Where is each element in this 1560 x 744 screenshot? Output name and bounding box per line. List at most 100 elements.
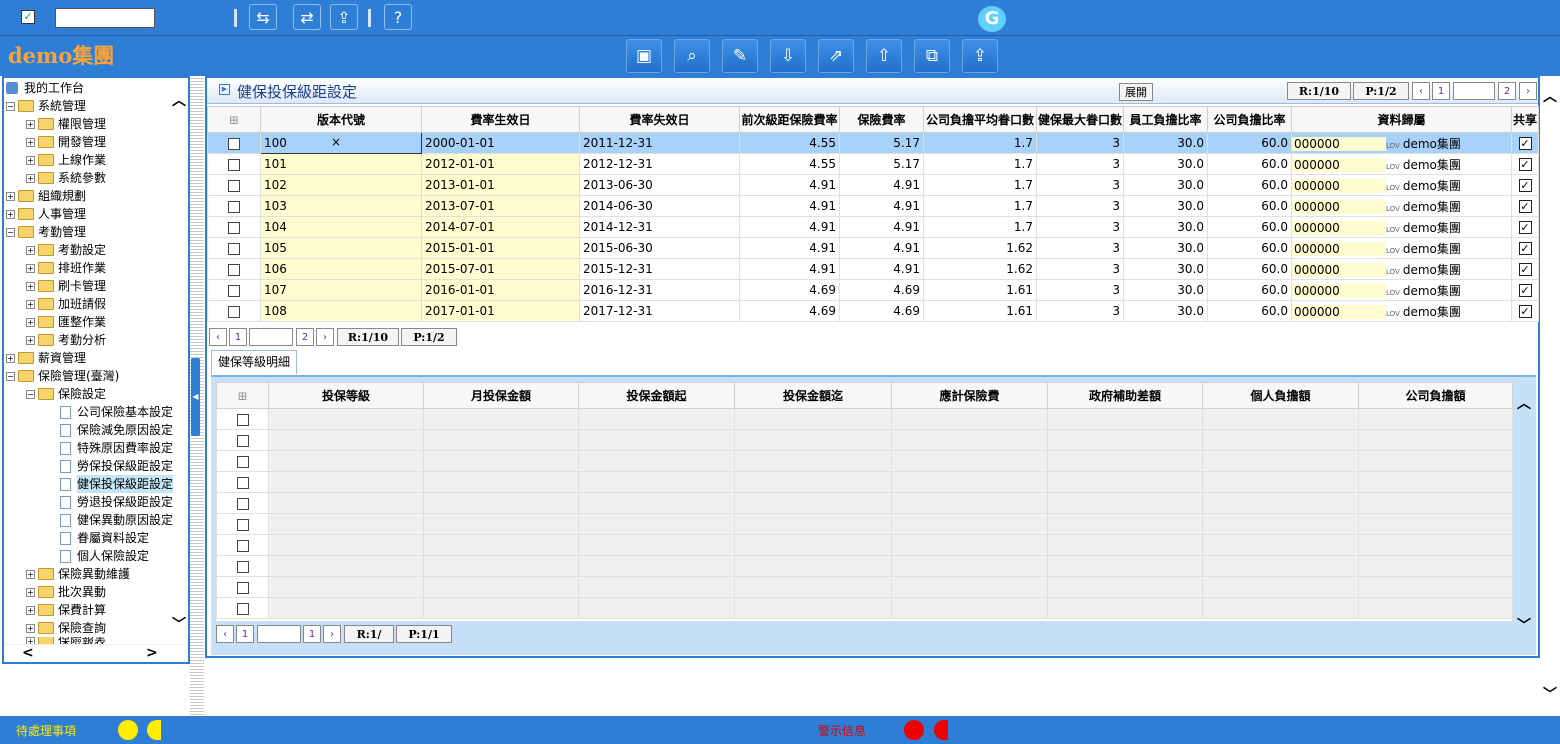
next-page-button[interactable]: › [323, 625, 341, 643]
detail-cell[interactable] [1047, 408, 1203, 430]
expand-icon[interactable]: + [26, 245, 35, 255]
detail-cell[interactable] [1202, 471, 1359, 493]
detail-cell[interactable] [578, 471, 735, 493]
row-checkbox[interactable] [207, 132, 261, 154]
detail-row[interactable] [216, 597, 1513, 619]
detail-row[interactable] [216, 555, 1513, 577]
detail-row[interactable] [216, 492, 1513, 514]
detail-cell[interactable] [1047, 450, 1203, 472]
employee-ratio-cell[interactable]: 30.0 [1123, 153, 1208, 175]
row-checkbox[interactable] [207, 195, 261, 217]
col-max-dependents[interactable]: 健保最大眷口數 [1036, 106, 1124, 133]
tree-item-ins-setting[interactable]: − 保險設定 [26, 385, 106, 403]
scroll-up-icon[interactable]: ︿ [172, 90, 186, 110]
version-cell[interactable]: 102 [260, 174, 422, 196]
detail-cell[interactable] [268, 513, 424, 535]
shared-checkbox[interactable]: ✓ [1511, 195, 1539, 217]
max-dependents-cell[interactable]: 3 [1036, 153, 1124, 175]
detail-cell[interactable] [1047, 429, 1203, 451]
company-ratio-cell[interactable]: 60.0 [1207, 174, 1292, 196]
expiry-date-cell[interactable]: 2011-12-31 [579, 132, 740, 154]
tree-item-company-ins[interactable]: 公司保險基本設定 [60, 403, 173, 421]
row-checkbox[interactable] [216, 555, 269, 577]
col-effective-date[interactable]: 費率生效日 [421, 106, 580, 133]
edit-icon[interactable]: ✎ [722, 39, 758, 73]
col-avg-dependents[interactable]: 公司負擔平均眷口數 [923, 106, 1037, 133]
shared-checkbox[interactable]: ✓ [1511, 216, 1539, 238]
detail-cell[interactable] [423, 555, 579, 577]
detail-row[interactable] [216, 513, 1513, 535]
scroll-up-icon[interactable]: ︿ [1517, 393, 1531, 413]
company-ratio-cell[interactable]: 60.0 [1207, 237, 1292, 259]
tree-item-card[interactable]: + 刷卡管理 [26, 277, 106, 295]
detail-cell[interactable] [734, 597, 892, 619]
tree-item-overtime[interactable]: + 加班請假 [26, 295, 106, 313]
employee-ratio-cell[interactable]: 30.0 [1123, 174, 1208, 196]
shared-checkbox[interactable]: ✓ [1511, 132, 1539, 154]
version-cell[interactable]: 101 [260, 153, 422, 175]
table-row[interactable]: 108 2017-01-01 2017-12-31 4.69 4.69 1.61 3 30.0… [207, 300, 1539, 322]
detail-cell[interactable] [268, 408, 424, 430]
col-owner[interactable]: 資料歸屬 [1291, 106, 1512, 133]
switch-forward-icon[interactable]: ⇄ [293, 4, 321, 30]
owner-cell[interactable]: 000000 LOV demo集團 [1291, 258, 1512, 280]
lov-icon[interactable]: LOV [1386, 163, 1400, 171]
detail-cell[interactable] [423, 408, 579, 430]
row-checkbox[interactable] [207, 174, 261, 196]
detail-cell[interactable] [1358, 513, 1513, 535]
version-cell[interactable]: 105 [260, 237, 422, 259]
rate-cell[interactable]: 5.17 [839, 153, 924, 175]
prev-rate-cell[interactable]: 4.91 [739, 195, 840, 217]
detail-cell[interactable] [734, 576, 892, 598]
tree-item-permission[interactable]: + 權限管理 [26, 115, 106, 133]
max-dependents-cell[interactable]: 3 [1036, 279, 1124, 301]
detail-cell[interactable] [1047, 555, 1203, 577]
prev-rate-cell[interactable]: 4.69 [739, 300, 840, 322]
search-icon[interactable]: ⌕ [674, 39, 710, 73]
prev-page-button[interactable]: ‹ [216, 625, 234, 643]
detail-cell[interactable] [423, 471, 579, 493]
detail-cell[interactable] [578, 450, 735, 472]
scroll-left-icon[interactable]: < [22, 645, 34, 661]
owner-cell[interactable]: 000000 LOV demo集團 [1291, 153, 1512, 175]
detail-row[interactable] [216, 534, 1513, 556]
page-scroll-down-icon[interactable]: ﹀ [1543, 684, 1557, 704]
detail-cell[interactable] [1202, 450, 1359, 472]
detail-cell[interactable] [578, 534, 735, 556]
save-icon[interactable]: ▣ [626, 39, 662, 73]
row-checkbox[interactable] [207, 153, 261, 175]
detail-cell[interactable] [268, 555, 424, 577]
tree-item-labor-grade[interactable]: 勞保投保級距設定 [60, 457, 173, 475]
expiry-date-cell[interactable]: 2014-06-30 [579, 195, 740, 217]
tree-item-sysparam[interactable]: + 系統參數 [26, 169, 106, 187]
detail-cell[interactable] [1047, 534, 1203, 556]
expand-icon[interactable]: + [26, 155, 35, 165]
tree-item-att-setting[interactable]: + 考勤設定 [26, 241, 106, 259]
detail-cell[interactable] [1202, 429, 1359, 451]
table-row[interactable]: 103 2013-07-01 2014-06-30 4.91 4.91 1.7 3 30.0 6… [207, 195, 1539, 217]
detail-cell[interactable] [891, 492, 1048, 514]
detail-cell[interactable] [1358, 429, 1513, 451]
switch-back-icon[interactable]: ⇆ [249, 4, 277, 30]
detail-cell[interactable] [578, 597, 735, 619]
top-checkbox[interactable]: ✓ [21, 10, 35, 24]
detail-cell[interactable] [1047, 492, 1203, 514]
detail-cell[interactable] [578, 513, 735, 535]
avg-dependents-cell[interactable]: 1.7 [923, 153, 1037, 175]
detail-row[interactable] [216, 408, 1513, 430]
page-input[interactable] [249, 328, 293, 346]
tree-item-health-grade[interactable]: 健保投保級距設定 [60, 475, 174, 493]
detail-cell[interactable] [1358, 534, 1513, 556]
tree-item-org[interactable]: + 組織規劃 [6, 187, 86, 205]
detail-cell[interactable] [1202, 513, 1359, 535]
export-icon[interactable]: ⇗ [818, 39, 854, 73]
tree-item-ins-reduction[interactable]: 保險減免原因設定 [60, 421, 173, 439]
company-ratio-cell[interactable]: 60.0 [1207, 153, 1292, 175]
owner-cell[interactable]: 000000 LOV demo集團 [1291, 300, 1512, 322]
col-expiry-date[interactable]: 費率失效日 [579, 106, 740, 133]
owner-code[interactable]: 000000 [1292, 136, 1386, 151]
col-company[interactable]: 公司負擔額 [1358, 382, 1513, 409]
owner-code[interactable]: 000000 [1292, 262, 1386, 277]
detail-cell[interactable] [268, 534, 424, 556]
owner-code[interactable]: 000000 [1292, 241, 1386, 256]
